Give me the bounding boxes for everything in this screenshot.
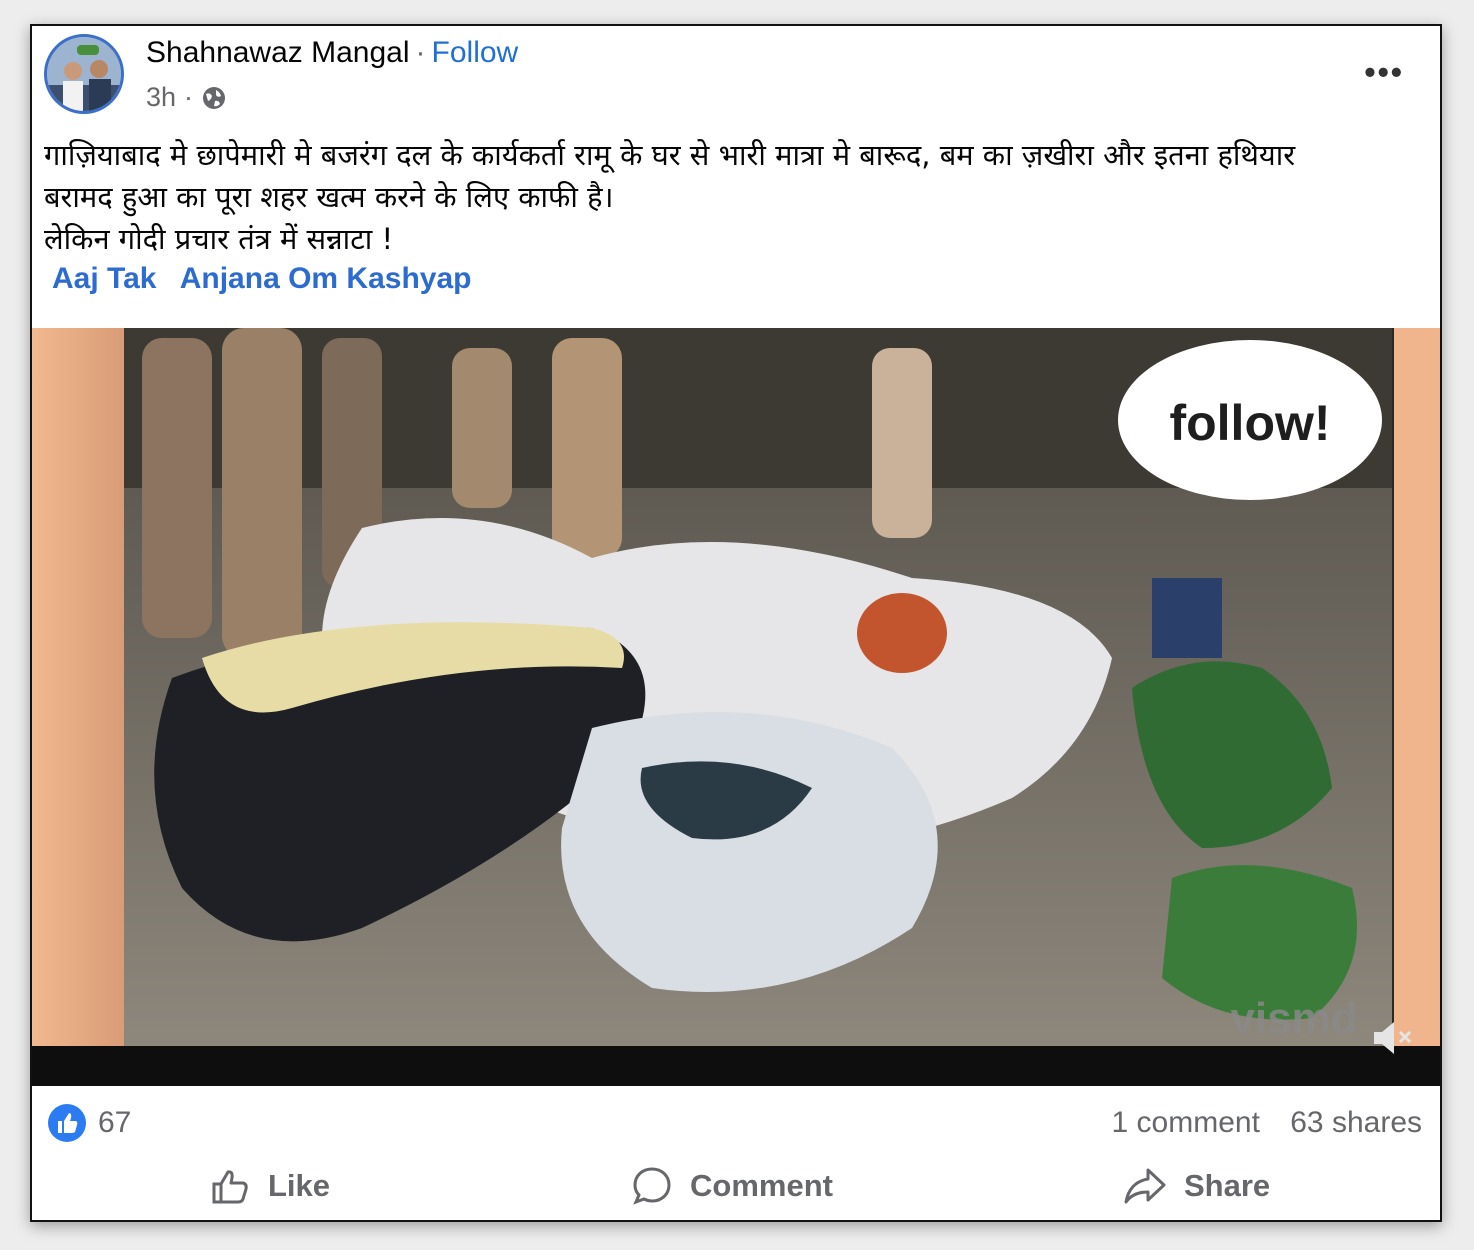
like-button[interactable]: Like (208, 1164, 330, 1208)
comment-bubble-icon (633, 1167, 671, 1205)
avatar-photo-icon (47, 37, 121, 111)
more-options-icon[interactable]: ••• (1364, 54, 1404, 91)
time-separator: · (184, 82, 194, 112)
name-separator: · (415, 36, 426, 69)
muted-speaker-icon[interactable] (1370, 1018, 1418, 1058)
post-text-line: बरामद हुआ का पूरा शहर खत्म करने के लिए क… (44, 180, 614, 214)
author-name[interactable]: Shahnawaz Mangal (146, 36, 410, 69)
engagement-counts: 1 comment 63 shares (1090, 1106, 1422, 1140)
tag-anjana-om-kashyap[interactable]: Anjana Om Kashyap (180, 262, 472, 295)
post-meta: 3h · (146, 82, 227, 113)
like-reaction-icon[interactable] (48, 1104, 86, 1142)
post-stats: 67 1 comment 63 shares (32, 1096, 1440, 1152)
share-button[interactable]: Share (1122, 1164, 1270, 1208)
follow-button[interactable]: Follow (432, 36, 519, 69)
share-label: Share (1184, 1168, 1271, 1203)
video-control-bar (32, 1046, 1440, 1086)
post-text-line: गाज़ियाबाद मे छापेमारी मे बजरंग दल के का… (44, 138, 1296, 172)
post-actions: Like Comment Share (32, 1152, 1440, 1220)
video-watermark: vismd (1230, 994, 1357, 1043)
share-arrow-icon (1124, 1168, 1166, 1204)
comment-button[interactable]: Comment (630, 1164, 833, 1208)
tag-aaj-tak[interactable]: Aaj Tak (52, 262, 157, 295)
post-time[interactable]: 3h (146, 82, 176, 113)
comment-label: Comment (690, 1168, 833, 1203)
post-tags: Aaj Tak Anjana Om Kashyap (52, 262, 488, 296)
comment-count[interactable]: 1 comment (1112, 1106, 1260, 1139)
author-line: Shahnawaz Mangal · Follow (146, 36, 518, 70)
video-player[interactable]: follow! vismd (32, 328, 1440, 1086)
facebook-post-card: Shahnawaz Mangal · Follow 3h · ••• गाज़िया… (30, 24, 1442, 1222)
follow-overlay-text: follow! (1169, 395, 1330, 451)
post-text-line: लेकिन गोदी प्रचार तंत्र में सन्नाटा ! (44, 222, 394, 256)
thumbs-up-icon (212, 1170, 248, 1204)
globe-icon (203, 86, 226, 109)
share-count[interactable]: 63 shares (1290, 1106, 1422, 1139)
video-frame: follow! vismd (32, 328, 1440, 1086)
post-message: गाज़ियाबाद मे छापेमारी मे बजरंग दल के का… (44, 134, 1424, 260)
like-label: Like (268, 1168, 331, 1203)
post-header: Shahnawaz Mangal · Follow 3h · ••• (32, 26, 1440, 126)
like-count[interactable]: 67 (98, 1106, 131, 1140)
author-avatar[interactable] (44, 34, 124, 114)
